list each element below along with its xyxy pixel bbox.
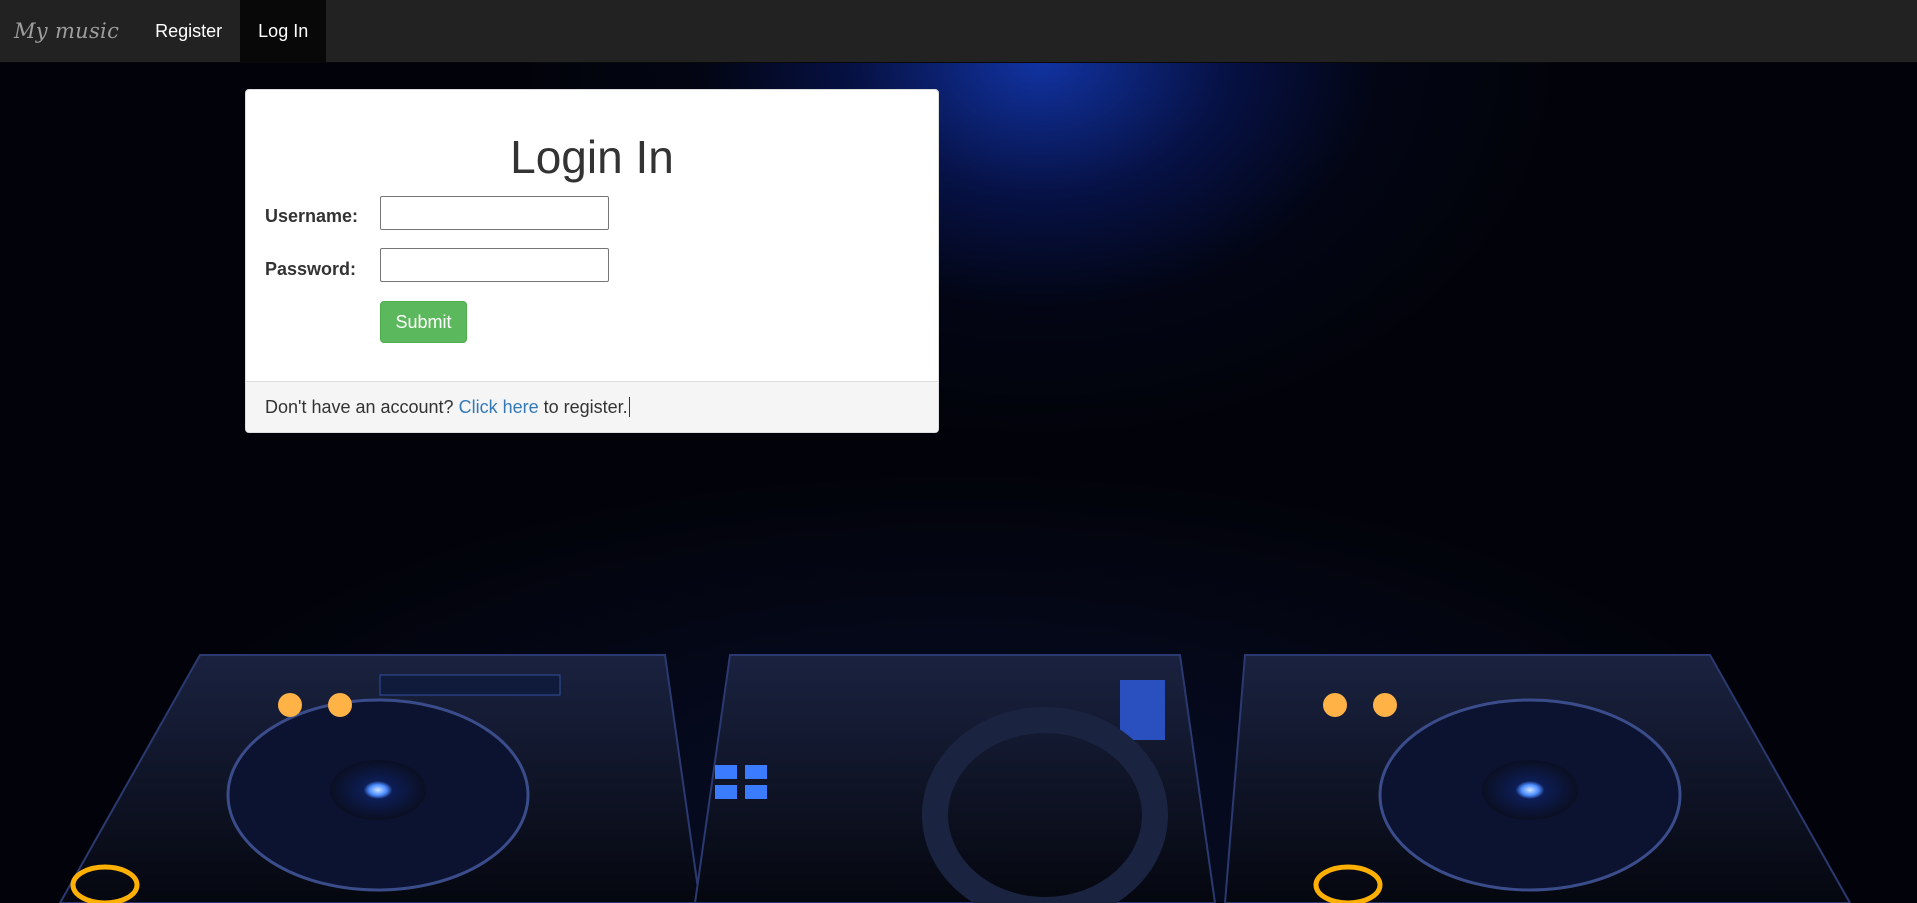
- panel-footer: Don't have an account? Click here to reg…: [246, 381, 938, 432]
- footer-prefix-text: Don't have an account?: [265, 396, 454, 417]
- dj-decks-illustration: [58, 654, 1852, 903]
- footer-suffix-text: to register.: [543, 396, 628, 417]
- password-label: Password:: [265, 259, 357, 279]
- username-input[interactable]: [380, 196, 609, 230]
- submit-button[interactable]: Submit: [380, 301, 467, 343]
- login-panel: Login In Username: Password: Submit Don'…: [245, 89, 939, 433]
- page-title: Login In: [510, 131, 674, 183]
- register-link[interactable]: Click here: [459, 397, 539, 418]
- brand-logo[interactable]: My music: [0, 0, 137, 62]
- login-form: Login In Username: Password: Submit: [246, 90, 938, 382]
- password-input[interactable]: [380, 248, 609, 282]
- top-navbar: My music Register Log In: [0, 0, 1917, 63]
- username-label: Username:: [265, 206, 359, 226]
- nav-login-link[interactable]: Log In: [240, 0, 327, 62]
- text-cursor: [628, 397, 630, 417]
- nav-register-link[interactable]: Register: [137, 0, 240, 62]
